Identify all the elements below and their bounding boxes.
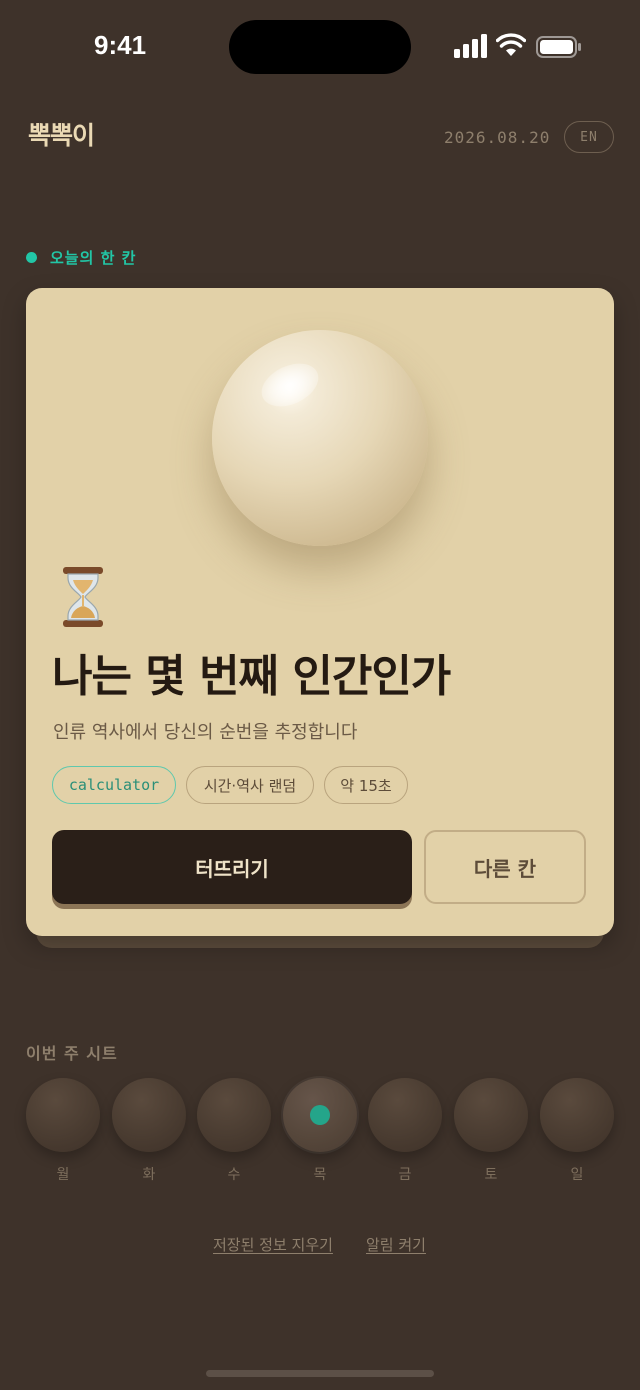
wifi-icon	[496, 33, 526, 56]
status-time: 9:41	[94, 30, 147, 60]
day-label-thu: 목	[313, 1167, 327, 1183]
today-marker-dot	[310, 1105, 330, 1125]
tag-duration: 약 15초	[324, 766, 408, 804]
week-sheet-label: 이번 주 시트	[26, 1044, 118, 1063]
pop-button[interactable]: 터뜨리기	[52, 830, 412, 904]
clear-saved-data-link[interactable]: 저장된 정보 지우기	[213, 1234, 333, 1255]
day-bubble-wed[interactable]	[197, 1078, 271, 1152]
day-label-mon: 월	[56, 1167, 70, 1183]
bubble-orb[interactable]	[212, 330, 428, 546]
tag-category: calculator	[52, 766, 176, 804]
day-bubble-mon[interactable]	[26, 1078, 100, 1152]
other-cell-button[interactable]: 다른 칸	[424, 830, 586, 904]
today-card: 나는 몇 번째 인간인가 인류 역사에서 당신의 순번을 추정합니다 calcu…	[26, 288, 614, 936]
day-label-wed: 수	[227, 1167, 241, 1183]
day-label-tue: 화	[142, 1167, 156, 1183]
day-bubble-fri[interactable]	[368, 1078, 442, 1152]
tag-topic: 시간·역사 랜덤	[186, 766, 314, 804]
card-description: 인류 역사에서 당신의 순번을 추정합니다	[53, 722, 358, 743]
day-bubble-thu[interactable]	[283, 1078, 357, 1152]
hourglass-icon	[63, 567, 103, 627]
day-bubble-sat[interactable]	[454, 1078, 528, 1152]
day-label-sat: 토	[484, 1167, 498, 1183]
status-bar: 9:41	[0, 0, 640, 96]
day-bubble-tue[interactable]	[112, 1078, 186, 1152]
day-bubble-sun[interactable]	[540, 1078, 614, 1152]
home-indicator[interactable]	[206, 1370, 434, 1377]
dynamic-island	[229, 20, 411, 74]
today-indicator-dot	[26, 252, 37, 263]
cellular-signal-icon	[454, 34, 487, 58]
app-logo: 뽁뽁이	[28, 121, 95, 150]
language-toggle-button[interactable]: EN	[564, 121, 614, 153]
header-date: 2026.08.20	[444, 128, 551, 147]
today-section-label: 오늘의 한 칸	[50, 249, 137, 267]
battery-icon	[536, 36, 581, 58]
enable-notifications-link[interactable]: 알림 켜기	[366, 1234, 426, 1255]
day-label-sun: 일	[570, 1167, 584, 1183]
day-label-fri: 금	[398, 1167, 412, 1183]
card-title: 나는 몇 번째 인간인가	[52, 651, 451, 702]
